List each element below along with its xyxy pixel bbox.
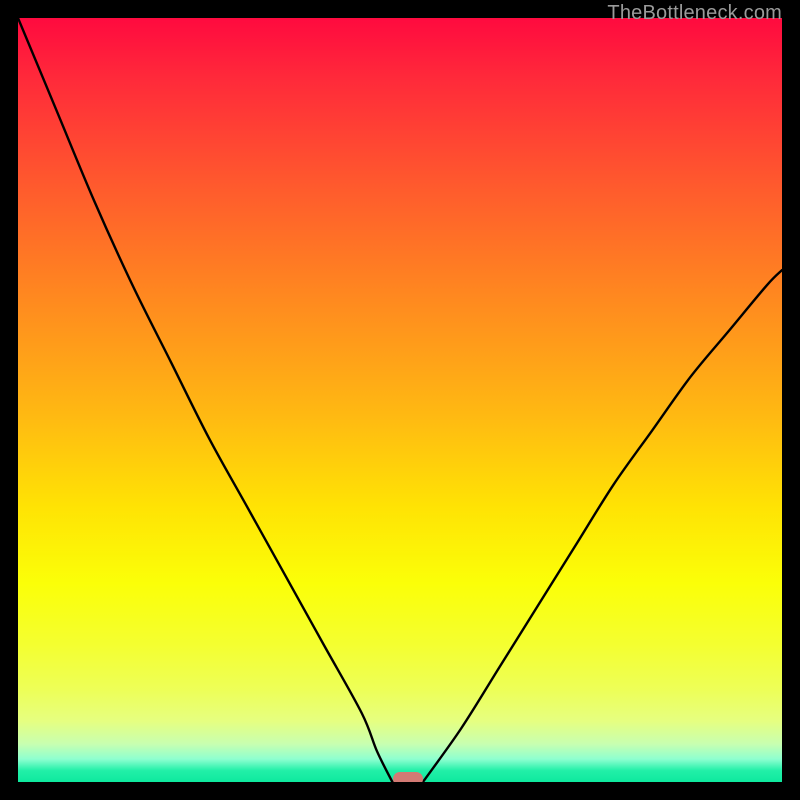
plot-area [18, 18, 782, 782]
bottleneck-curve [18, 18, 782, 782]
watermark-text: TheBottleneck.com [607, 2, 782, 25]
optimal-marker [393, 772, 423, 782]
chart-container: TheBottleneck.com [0, 0, 800, 800]
